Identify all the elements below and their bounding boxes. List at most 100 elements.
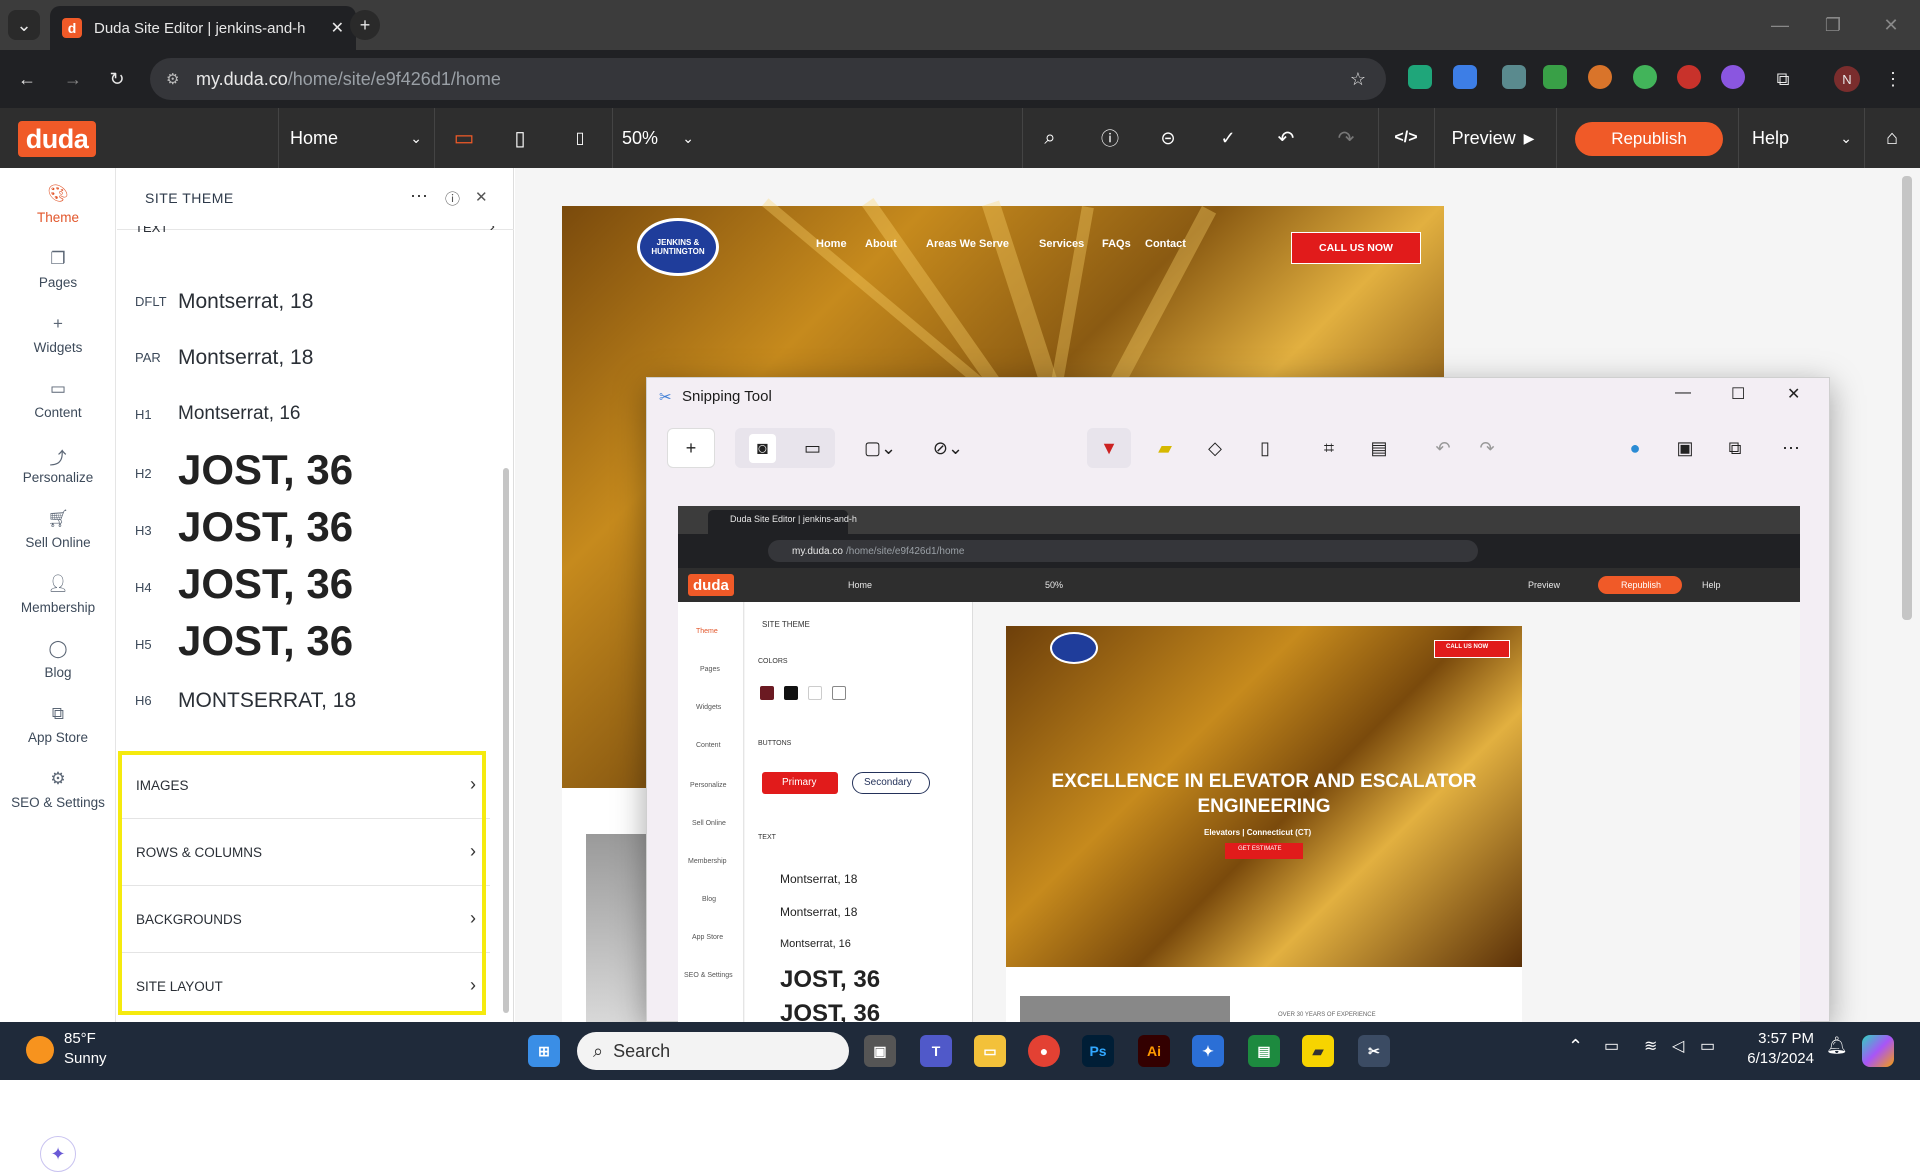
copy-icon[interactable]: ⧉	[1713, 428, 1757, 468]
timer-off-icon[interactable]: ⊘⌄	[923, 428, 973, 468]
sidebar-item-sell-online[interactable]: 🛒︎ Sell Online	[0, 509, 116, 550]
snipping-tool-taskbar-icon[interactable]: ✂	[1358, 1035, 1390, 1067]
display-icon[interactable]: ▭	[1604, 1036, 1619, 1056]
minimize-window-icon[interactable]: —	[1675, 384, 1691, 402]
new-tab-button[interactable]: +	[350, 10, 380, 40]
weather-temp[interactable]: 85°F	[64, 1030, 96, 1047]
comments-icon[interactable]: ⊝	[1144, 108, 1192, 168]
panel-scrollbar[interactable]	[503, 468, 509, 1013]
sidebar-item-seo-settings[interactable]: ⚙ SEO & Settings	[0, 769, 116, 810]
tablet-view-icon[interactable]: ▯	[496, 108, 544, 168]
chrome-icon[interactable]: ●	[1028, 1035, 1060, 1067]
extension-icon-3[interactable]	[1502, 65, 1526, 89]
bookmark-star-icon[interactable]: ☆	[1350, 69, 1366, 90]
canvas-scrollbar[interactable]	[1902, 176, 1912, 620]
new-snip-plus-icon[interactable]: +	[667, 428, 715, 468]
home-icon[interactable]: ⌂	[1868, 108, 1916, 168]
sidebar-item-content[interactable]: ▭ Content	[0, 379, 116, 420]
copilot-icon[interactable]	[1862, 1035, 1894, 1067]
typography-row-h6[interactable]: H6 MONTSERRAT, 18	[117, 689, 514, 725]
close-panel-icon[interactable]: ✕	[475, 188, 488, 206]
typography-row-h4[interactable]: H4 JOST, 36	[117, 560, 514, 616]
help-icon[interactable]: ⓘ	[445, 188, 460, 209]
ai-assistant-sparkle-icon[interactable]: ✦	[40, 1136, 76, 1172]
extension-icon-1[interactable]	[1408, 65, 1432, 89]
undo-icon[interactable]: ↶	[1262, 108, 1310, 168]
extension-icon-8[interactable]	[1721, 65, 1745, 89]
volume-icon[interactable]: ◁	[1672, 1036, 1684, 1056]
notifications-bell-icon[interactable]: 🔔︎	[1826, 1036, 1848, 1056]
sidebar-item-widgets[interactable]: + Widgets	[0, 314, 116, 355]
desktop-view-icon[interactable]: ▭	[440, 108, 488, 168]
preview-button[interactable]: Preview ▶	[1448, 108, 1538, 168]
snip-shape-icon[interactable]: ▢⌄	[855, 428, 905, 468]
sidebar-item-membership[interactable]: 👤︎ Membership	[0, 574, 116, 615]
edit-in-paint-icon[interactable]: ●	[1613, 428, 1657, 468]
close-window-icon[interactable]: ✕	[1876, 12, 1906, 38]
sidebar-item-blog[interactable]: ◯ Blog	[0, 639, 116, 680]
help-menu[interactable]: Help ⌄	[1752, 108, 1852, 168]
reload-icon[interactable]: ↻	[102, 64, 132, 94]
ruler-icon[interactable]: ▯	[1243, 428, 1287, 468]
tab-search-icon[interactable]: ⌄	[8, 10, 40, 40]
close-tab-icon[interactable]: ✕	[331, 18, 344, 38]
clock-time[interactable]: 3:57 PM	[1758, 1030, 1814, 1047]
teams-icon[interactable]: T	[920, 1035, 952, 1067]
video-camera-icon[interactable]: ▭	[804, 438, 821, 459]
text-section-header[interactable]: TEXT ›	[135, 226, 495, 240]
browser-menu-icon[interactable]: ⋮	[1878, 64, 1908, 94]
undo-icon[interactable]: ↶	[1421, 428, 1465, 468]
typography-row-h1[interactable]: H1 Montserrat, 16	[117, 403, 514, 443]
pen-icon[interactable]: ▼	[1087, 428, 1131, 468]
info-icon[interactable]: ⓘ	[1086, 108, 1134, 168]
site-info-icon[interactable]: ⚙	[166, 70, 179, 88]
typography-row-h3[interactable]: H3 JOST, 36	[117, 503, 514, 559]
battery-icon[interactable]: ▭	[1700, 1036, 1715, 1056]
checkmark-icon[interactable]: ✓	[1204, 108, 1252, 168]
taskbar-search[interactable]: ⌕ Search	[577, 1032, 849, 1070]
site-nav-home[interactable]: Home	[816, 238, 847, 250]
call-us-now-button[interactable]: CALL US NOW	[1291, 232, 1421, 264]
file-explorer-icon[interactable]: ▭	[974, 1035, 1006, 1067]
extensions-puzzle-icon[interactable]: ⧉	[1768, 64, 1798, 94]
highlighter-icon[interactable]: ▰	[1143, 428, 1187, 468]
maximize-window-icon[interactable]: ☐	[1731, 384, 1745, 404]
typography-row-h2[interactable]: H2 JOST, 36	[117, 446, 514, 502]
more-options-icon[interactable]: ⋯	[410, 186, 428, 207]
wifi-icon[interactable]: ≋	[1644, 1036, 1657, 1056]
zoom-selector[interactable]: 50% ⌄	[622, 108, 694, 168]
redo-icon[interactable]: ↷	[1465, 428, 1509, 468]
page-selector[interactable]: Home ⌄	[290, 108, 422, 168]
site-logo[interactable]: JENKINS & HUNTINGTON	[637, 218, 719, 276]
task-view-icon[interactable]: ▣	[864, 1035, 896, 1067]
network-app-icon[interactable]: ✦	[1192, 1035, 1224, 1067]
site-nav-areas[interactable]: Areas We Serve	[926, 238, 1009, 250]
weather-sun-icon[interactable]	[26, 1036, 54, 1064]
mobile-view-icon[interactable]: ▯	[556, 108, 604, 168]
typography-row-par[interactable]: PAR Montserrat, 18	[117, 346, 514, 386]
redo-icon[interactable]: ↷	[1322, 108, 1370, 168]
sidebar-item-pages[interactable]: ❐ Pages	[0, 249, 116, 290]
forward-arrow-icon[interactable]: →	[58, 64, 88, 94]
sidebar-item-app-store[interactable]: ⧉ App Store	[0, 704, 116, 745]
search-icon[interactable]: ⌕	[1026, 108, 1074, 168]
text-actions-icon[interactable]: ▤	[1357, 428, 1401, 468]
extension-icon-5[interactable]	[1588, 65, 1612, 89]
address-bar[interactable]: ⚙ my.duda.co/home/site/e9f426d1/home ☆	[150, 58, 1386, 100]
profile-avatar[interactable]: N	[1834, 66, 1860, 92]
site-nav-services[interactable]: Services	[1039, 238, 1084, 250]
back-arrow-icon[interactable]: ←	[12, 64, 42, 94]
camera-icon[interactable]: ◙	[749, 433, 776, 463]
illustrator-icon[interactable]: Ai	[1138, 1035, 1170, 1067]
download-extension-icon[interactable]	[1453, 65, 1477, 89]
extension-icon-6[interactable]	[1633, 65, 1657, 89]
site-nav-about[interactable]: About	[865, 238, 897, 250]
more-options-icon[interactable]: ⋯	[1769, 428, 1813, 468]
minimize-window-icon[interactable]: —	[1765, 12, 1795, 38]
typography-row-h5[interactable]: H5 JOST, 36	[117, 617, 514, 673]
site-nav-contact[interactable]: Contact	[1145, 238, 1186, 250]
maximize-window-icon[interactable]: ❐	[1818, 12, 1848, 38]
save-icon[interactable]: ▣	[1663, 428, 1707, 468]
typography-row-dflt[interactable]: DFLT Montserrat, 18	[117, 290, 514, 330]
browser-tab[interactable]: d Duda Site Editor | jenkins-and-h ✕	[50, 6, 356, 50]
